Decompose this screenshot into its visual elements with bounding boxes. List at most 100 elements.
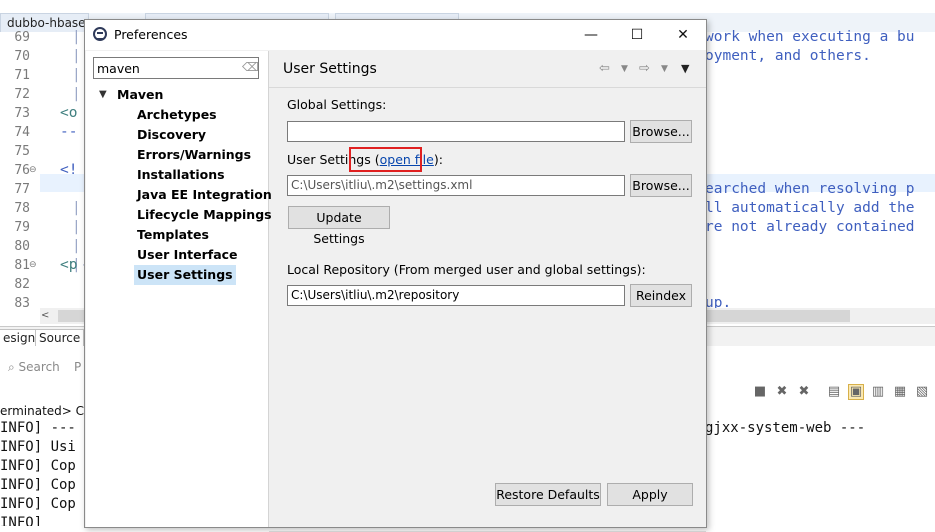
console-line: INFO] --- [0,420,76,436]
filter-box[interactable]: ⌫ [93,57,259,79]
console-line: gjxx-system-web --- [705,420,866,436]
code-text: work when executing a bu [705,29,915,45]
user-settings-page: User Settings ⇦ ▼ ⇨ ▼ ▼ Global Settings:… [269,51,706,532]
tab-source[interactable]: Source [35,329,85,347]
tab-design[interactable]: esign [0,329,40,347]
tree-item-java-ee-integration[interactable]: Java EE Integration [134,185,275,205]
red-highlight-annotation [349,147,422,172]
back-menu-chevron-icon[interactable]: ▼ [621,60,628,78]
line-number: 75 [14,144,30,159]
tree-node-label: Maven [117,87,164,102]
scroll-left-arrow-icon[interactable]: < [41,308,49,324]
display-selected-console-icon[interactable]: ▦ [892,384,908,400]
line-number: 72 [14,87,30,102]
user-browse-button[interactable]: Browse... [630,174,692,197]
clear-filter-icon[interactable]: ⌫ [242,60,259,74]
search-view-tab[interactable]: ⌕ Search [8,360,60,375]
tree-item-errors-warnings[interactable]: Errors/Warnings [134,145,254,165]
minimize-button[interactable]: — [568,20,614,50]
restore-defaults-button[interactable]: Restore Defaults [495,483,601,506]
tree-item-discovery[interactable]: Discovery [134,125,209,145]
line-number: 70 [14,49,30,64]
p-view-tab[interactable]: P [74,360,81,374]
word-wrap-icon[interactable]: ▥ [870,384,886,400]
tree-item-user-settings[interactable]: User Settings [134,265,236,285]
preferences-tree-pane: ⌫ ▼ Maven Archetypes Discovery Errors/Wa… [86,51,272,527]
line-number: 78 [14,201,30,216]
reindex-button[interactable]: Reindex [630,284,692,307]
search-tab-label: Search [18,360,60,374]
code-text: <p [60,257,78,273]
filter-input[interactable] [97,59,237,77]
remove-launch-icon[interactable]: ✖ [774,384,790,400]
code-text: <! [60,162,78,178]
header-separator [269,87,706,88]
code-text: -- [60,124,78,140]
remove-all-icon[interactable]: ✖ [796,384,812,400]
open-console-icon[interactable]: ▧ [914,384,930,400]
line-number: 76 [14,163,30,178]
back-arrow-icon[interactable]: ⇦ [599,60,610,78]
line-number: 73 [14,106,30,121]
console-line: INFO] Cop [0,458,76,474]
code-text: <o [60,105,78,121]
console-line: INFO] Cop [0,477,76,493]
search-icon: ⌕ [8,360,19,374]
code-text: | [72,67,81,83]
tree-item-archetypes[interactable]: Archetypes [134,105,220,125]
code-text: | [72,238,81,254]
code-text: | [72,200,81,216]
line-number: 83 [14,296,30,311]
global-settings-label: Global Settings: [287,97,387,112]
local-repository-label: Local Repository (From merged user and g… [287,262,646,277]
code-text: ll automatically add the [705,200,915,216]
console-line: INFO] Usi [0,439,76,455]
tree-node-maven[interactable]: ▼ Maven [99,85,164,105]
user-settings-field[interactable]: C:\Users\itliu\.m2\settings.xml [287,175,625,196]
view-menu-chevron-icon[interactable]: ▼ [681,60,689,78]
tree-item-user-interface[interactable]: User Interface [134,245,241,265]
fold-icon[interactable]: ⊖ [29,161,37,180]
console-line: INFO] [0,515,43,526]
global-browse-button[interactable]: Browse... [630,120,692,143]
tree-item-installations[interactable]: Installations [134,165,228,185]
line-number: 79 [14,220,30,235]
code-text: | [72,29,81,45]
apply-button[interactable]: Apply [607,483,693,506]
preferences-dialog: Preferences — ☐ ✕ ⌫ ▼ Maven Archetypes D… [84,19,707,532]
code-text: | [72,48,81,64]
tree-item-lifecycle-mappings[interactable]: Lifecycle Mappings [134,205,275,225]
forward-arrow-icon[interactable]: ⇨ [639,60,650,78]
eclipse-icon [93,27,107,41]
expand-arrow-icon[interactable]: ▼ [99,85,107,105]
dialog-titlebar[interactable]: Preferences — ☐ ✕ [85,20,706,50]
line-number: 74 [14,125,30,140]
line-number: 82 [14,277,30,292]
line-number: 81 [14,258,30,273]
maximize-button[interactable]: ☐ [614,20,660,50]
tree-item-templates[interactable]: Templates [134,225,212,245]
close-button[interactable]: ✕ [660,20,706,50]
forward-menu-chevron-icon[interactable]: ▼ [661,60,668,78]
line-number-gutter: 69 70 71 72 73 74 75 76 ⊖ 77 78 79 80 81… [0,30,38,311]
code-text: re not already contained [705,219,915,235]
paren-close: ): [433,152,443,167]
line-number: 71 [14,68,30,83]
line-number: 69 [14,30,30,45]
console-line: INFO] Cop [0,496,76,512]
code-text: earched when resolving p [705,181,915,197]
line-number: 80 [14,239,30,254]
global-settings-field[interactable] [287,121,625,142]
line-number: 77 [14,182,30,197]
clear-console-icon[interactable]: ▤ [826,384,842,400]
local-repository-field: C:\Users\itliu\.m2\repository [287,285,625,306]
code-text: | [72,219,81,235]
scroll-lock-icon[interactable]: ▣ [848,384,864,400]
page-title: User Settings [283,61,377,77]
dialog-title: Preferences [114,27,188,42]
page-navigation: ⇦ ▼ ⇨ ▼ ▼ [599,60,699,78]
stop-icon[interactable]: ■ [752,384,768,400]
code-text: oyment, and others. [705,48,871,64]
fold-icon[interactable]: ⊖ [29,256,37,275]
update-settings-button[interactable]: Update Settings [288,206,390,246]
